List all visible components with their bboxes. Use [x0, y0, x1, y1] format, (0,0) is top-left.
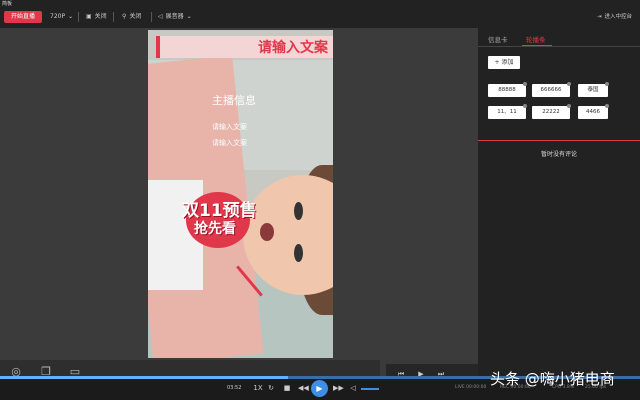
close-icon[interactable] — [523, 82, 527, 86]
divider — [78, 12, 79, 22]
loop-icon[interactable]: ↻ — [266, 383, 276, 393]
play-button[interactable]: ▶ — [311, 380, 328, 397]
search-toggle[interactable]: ⚲ 关闭 — [122, 11, 141, 23]
exit-icon: ⇥ — [596, 14, 602, 20]
presenter-eye — [294, 202, 303, 220]
tab-info-card[interactable]: 信息卡 — [488, 34, 508, 44]
right-panel: 信息卡 轮播条 + 添加 88888 666666 泰国 11、11 22222… — [478, 28, 640, 383]
carousel-chip[interactable]: 4466 — [578, 104, 609, 119]
host-info-title: 主播信息 — [212, 94, 256, 107]
volume-icon[interactable]: ◁ — [348, 383, 358, 393]
resolution-dropdown[interactable]: 720P ⌄ — [50, 11, 73, 23]
host-info-line: 请输入文案 — [212, 123, 247, 131]
chip-label: 11、11 — [497, 109, 517, 115]
promo-sticker[interactable]: 双11预售 抢先看 — [178, 188, 258, 250]
watermark-text: 头条 @嗨小猪电商 — [490, 370, 615, 388]
exit-label: 进入中控台 — [604, 14, 632, 20]
host-info-line: 请输入文案 — [212, 139, 247, 147]
divider — [113, 12, 114, 22]
speaker-icon: ◁ — [158, 13, 163, 20]
speaker-dropdown[interactable]: ◁ 展音器 ⌄ — [158, 11, 192, 23]
chevron-down-icon: ⌄ — [186, 13, 192, 20]
chip-label: 22222 — [542, 109, 560, 115]
chip-label: 4466 — [586, 109, 600, 115]
active-tab-indicator — [522, 45, 552, 46]
tabs-divider — [478, 46, 640, 47]
resolution-value: 720P — [50, 13, 66, 20]
top-toolbar: 简板 开始直播 720P ⌄ ▣ 关闭 ⚲ 关闭 ◁ 展音器 ⌄ ⇥ 进入中控台 — [0, 0, 640, 28]
playback-time: 03:52 — [227, 385, 242, 391]
add-button[interactable]: + 添加 — [488, 56, 520, 69]
speed-button[interactable]: 1X — [253, 383, 263, 393]
live-duration: LIVE 00:00:00 — [455, 385, 487, 390]
chip-label: 666666 — [540, 87, 562, 93]
presenter-eye — [294, 244, 303, 262]
close-icon[interactable] — [605, 82, 609, 86]
close-icon[interactable] — [605, 104, 609, 108]
start-live-button[interactable]: 开始直播 — [4, 11, 42, 23]
live-preview[interactable]: 请输入文案 主播信息 请输入文案 请输入文案 双11预售 抢先看 — [148, 30, 333, 358]
section-divider — [478, 140, 640, 141]
search-icon: ⚲ — [122, 13, 127, 20]
carousel-chip[interactable]: 666666 — [532, 82, 571, 97]
presenter-mouth — [260, 223, 274, 241]
close-icon[interactable] — [567, 82, 571, 86]
banner-text: 请输入文案 — [258, 40, 328, 56]
camera-toggle[interactable]: ▣ 关闭 — [86, 11, 107, 23]
carousel-chip[interactable]: 88888 — [488, 82, 527, 97]
exit-button[interactable]: ⇥ 进入中控台 — [597, 11, 632, 23]
carousel-chip[interactable]: 泰国 — [578, 82, 609, 97]
carousel-chip[interactable]: 22222 — [532, 104, 571, 119]
chevron-down-icon: ⌄ — [68, 13, 74, 20]
close-icon[interactable] — [567, 104, 571, 108]
close-icon[interactable] — [523, 104, 527, 108]
carousel-chip[interactable]: 11、11 — [488, 104, 527, 119]
chip-label: 88888 — [498, 87, 516, 93]
empty-comments-text: 暂时没有评论 — [540, 151, 577, 158]
app-title: 简板 — [2, 1, 13, 7]
search-label: 关闭 — [129, 13, 142, 20]
speaker-label: 展音器 — [165, 13, 184, 20]
progress-fill — [0, 376, 288, 379]
chip-label: 泰国 — [587, 87, 599, 93]
promo-line2: 抢先看 — [194, 221, 236, 237]
app-window: 简板 开始直播 720P ⌄ ▣ 关闭 ⚲ 关闭 ◁ 展音器 ⌄ ⇥ 进入中控台 — [0, 0, 640, 400]
camera-label: 关闭 — [94, 13, 107, 20]
tab-carousel[interactable]: 轮播条 — [526, 34, 546, 44]
stop-icon[interactable]: ■ — [282, 383, 292, 393]
text-banner[interactable]: 请输入文案 — [156, 36, 333, 58]
camera-icon: ▣ — [86, 13, 92, 20]
play-icon: ▶ — [316, 384, 323, 393]
volume-slider[interactable] — [361, 388, 379, 390]
next-icon[interactable]: ▶▶ — [333, 383, 344, 393]
previous-icon[interactable]: ◀◀ — [298, 383, 309, 393]
preview-stage: 请输入文案 主播信息 请输入文案 请输入文案 双11预售 抢先看 — [0, 28, 478, 360]
divider — [151, 12, 152, 22]
